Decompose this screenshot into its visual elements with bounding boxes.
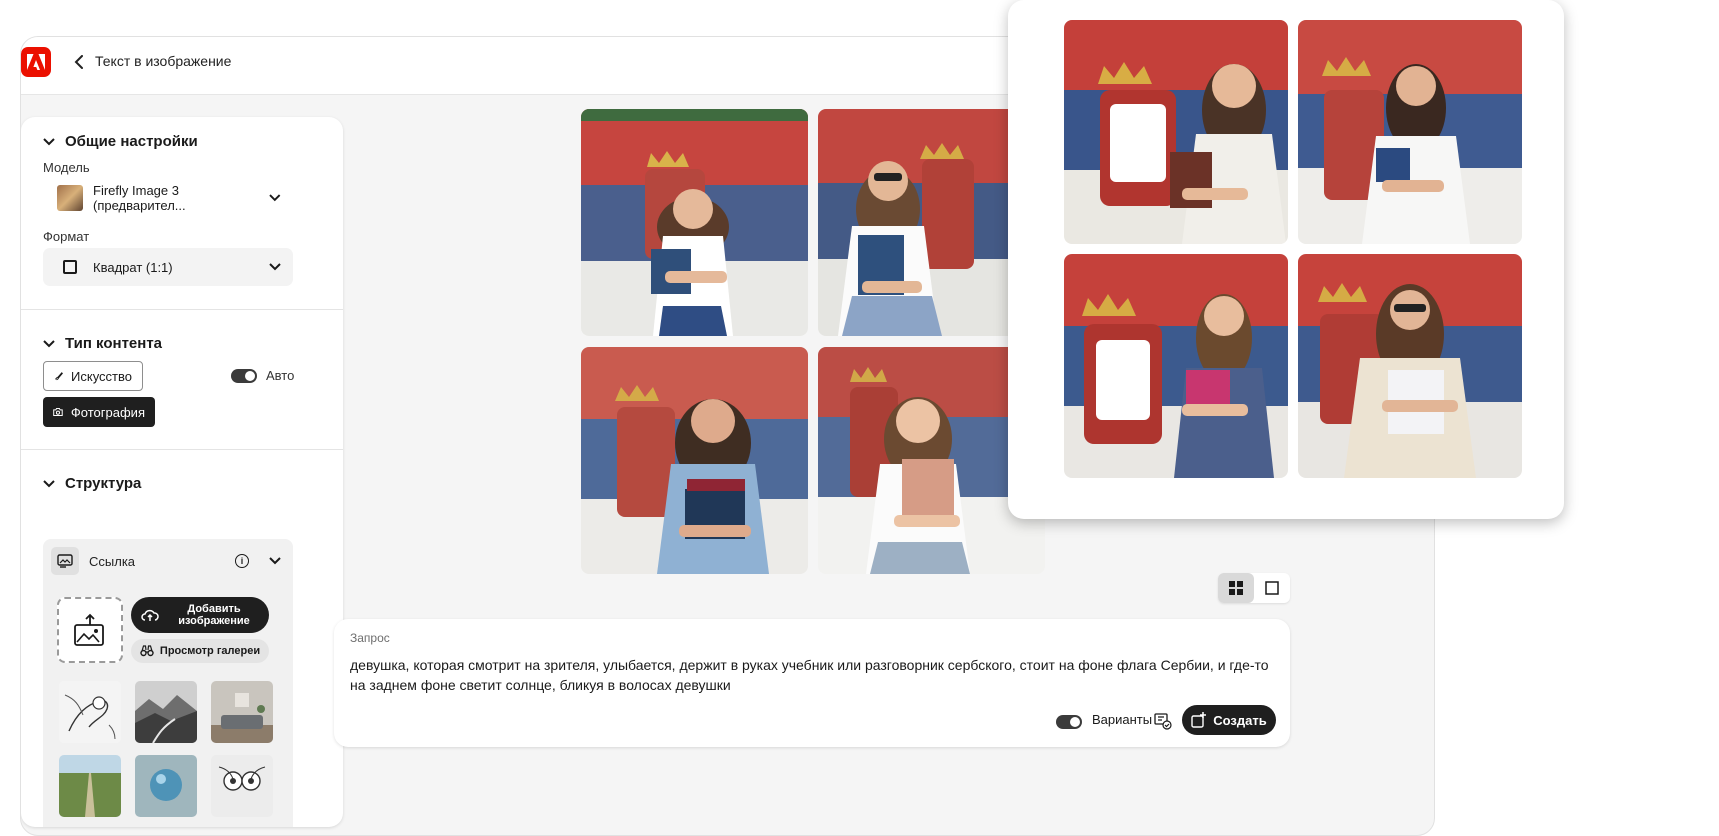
chevron-down-icon xyxy=(43,339,55,347)
square-icon xyxy=(63,260,77,274)
gallery-thumbnail[interactable] xyxy=(59,681,121,743)
zoomed-image-4[interactable] xyxy=(1298,254,1522,478)
chevron-down-icon xyxy=(43,479,55,487)
zoomed-image-3[interactable] xyxy=(1064,254,1288,478)
photo-button[interactable]: Фотография xyxy=(43,397,155,427)
reference-label: Ссылка xyxy=(89,553,136,569)
chevron-down-icon xyxy=(43,137,55,145)
grid-icon xyxy=(1229,581,1243,595)
format-value: Квадрат (1:1) xyxy=(93,259,173,275)
general-settings-header[interactable]: Общие настройки xyxy=(43,133,198,150)
single-view-button[interactable] xyxy=(1254,573,1290,603)
section-title-general: Общие настройки xyxy=(65,133,198,150)
zoomed-results-panel xyxy=(1008,0,1564,519)
reference-icon xyxy=(51,547,79,575)
view-mode-toggle xyxy=(1218,573,1290,603)
auto-toggle[interactable] xyxy=(231,369,257,383)
add-image-label: Добавить изображение xyxy=(178,603,250,627)
generated-image-1[interactable] xyxy=(581,109,808,336)
content-type-header[interactable]: Тип контента xyxy=(43,335,162,352)
generated-photo xyxy=(1298,20,1522,244)
photo-label: Фотография xyxy=(70,404,145,420)
art-button[interactable]: Искусство xyxy=(43,361,143,391)
section-title-structure: Структура xyxy=(65,475,142,492)
chevron-down-icon[interactable] xyxy=(269,557,281,565)
prompt-box[interactable]: Запрос девушка, которая смотрит на зрите… xyxy=(334,619,1290,747)
auto-label: Авто xyxy=(266,368,295,383)
square-icon xyxy=(1265,581,1279,595)
zoomed-image-2[interactable] xyxy=(1298,20,1522,244)
cloud-upload-icon xyxy=(141,609,159,621)
browse-gallery-button[interactable]: Просмотр галереи xyxy=(131,639,269,663)
variants-label: Варианты xyxy=(1092,712,1153,727)
gallery-thumbnail[interactable] xyxy=(211,755,273,817)
chevron-down-icon xyxy=(269,263,281,271)
info-icon[interactable]: i xyxy=(235,554,249,568)
sparkle-icon xyxy=(1191,712,1207,728)
reference-row[interactable]: Ссылка i xyxy=(51,545,285,577)
generated-image-3[interactable] xyxy=(581,347,808,574)
back-arrow-icon[interactable] xyxy=(69,50,89,74)
add-image-button[interactable]: Добавить изображение xyxy=(131,597,269,633)
art-label: Искусство xyxy=(71,368,132,384)
generate-button[interactable]: Создать xyxy=(1182,705,1276,735)
divider xyxy=(21,309,343,310)
generated-photo xyxy=(1064,254,1288,478)
prompt-label: Запрос xyxy=(350,631,390,645)
structure-header[interactable]: Структура xyxy=(43,475,141,492)
model-thumbnail xyxy=(57,185,83,211)
model-dropdown[interactable]: Firefly Image 3 (предварител... xyxy=(43,179,293,217)
section-title-content-type: Тип контента xyxy=(65,335,163,352)
gallery-thumbnail[interactable] xyxy=(59,755,121,817)
variants-settings-icon[interactable] xyxy=(1154,712,1172,730)
generated-photo xyxy=(581,347,808,574)
adobe-logo[interactable] xyxy=(21,47,51,77)
generate-label: Создать xyxy=(1213,712,1267,728)
brush-icon xyxy=(55,372,64,381)
variants-toggle[interactable] xyxy=(1056,715,1082,729)
chevron-down-icon xyxy=(269,194,281,202)
generated-photo xyxy=(1298,254,1522,478)
format-dropdown[interactable]: Квадрат (1:1) xyxy=(43,248,293,286)
generated-photo xyxy=(1064,20,1288,244)
gallery-thumbnail[interactable] xyxy=(211,681,273,743)
page-title: Текст в изображение xyxy=(95,53,232,69)
model-label: Модель xyxy=(43,160,90,175)
zoomed-image-1[interactable] xyxy=(1064,20,1288,244)
gallery-label: Просмотр галереи xyxy=(159,645,261,657)
gallery-thumbnail[interactable] xyxy=(135,681,197,743)
camera-icon xyxy=(53,407,63,417)
divider xyxy=(21,449,343,450)
prompt-input[interactable]: девушка, которая смотрит на зрителя, улы… xyxy=(350,655,1270,695)
settings-panel: Общие настройки Модель Firefly Image 3 (… xyxy=(21,117,343,827)
model-value: Firefly Image 3 (предварител... xyxy=(93,183,186,213)
upload-dropzone[interactable] xyxy=(57,597,123,663)
grid-view-button[interactable] xyxy=(1218,573,1254,603)
reference-panel: Ссылка i Добавить изображение Просмотр г… xyxy=(43,539,293,827)
format-label: Формат xyxy=(43,229,90,244)
binoculars-icon xyxy=(140,645,154,657)
upload-image-icon xyxy=(74,613,104,646)
generated-photo xyxy=(581,109,808,336)
gallery-thumbnail[interactable] xyxy=(135,755,197,817)
